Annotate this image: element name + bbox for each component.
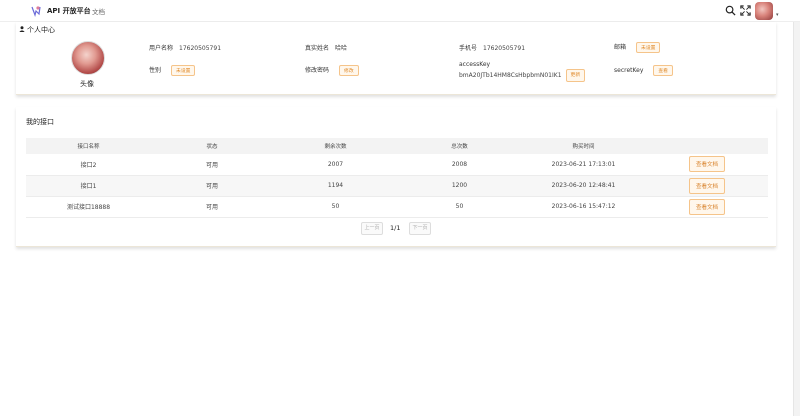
- column-header-total: 总次数: [398, 138, 521, 154]
- api-status-cell: 可用: [151, 154, 273, 176]
- api-name-cell: 测试接口18888: [26, 196, 151, 218]
- chevron-down-icon[interactable]: ▾: [776, 12, 779, 18]
- column-header-action: [646, 138, 768, 154]
- api-total-cell: 2008: [398, 154, 521, 176]
- column-header-purchase-time: 购买时间: [521, 138, 646, 154]
- username-field: 用户名称 17620505791: [149, 43, 221, 52]
- column-header-status: 状态: [151, 138, 273, 154]
- password-field: 修改密码 修改: [305, 65, 359, 76]
- phone-value: 17620505791: [483, 45, 526, 52]
- nav-docs-link[interactable]: 文档: [92, 6, 105, 16]
- profile-card: 个人中心 头像 用户名称 17620505791 真实姓名 哈哈 手机号 176205…: [16, 22, 776, 95]
- api-status-cell: 可用: [151, 196, 273, 218]
- password-label: 修改密码: [305, 67, 330, 74]
- brand-title[interactable]: API 开放平台: [47, 6, 91, 16]
- api-total-cell: 1200: [398, 175, 521, 197]
- api-action-cell: 查看文档: [646, 154, 768, 176]
- view-docs-button[interactable]: 查看文档: [688, 198, 725, 215]
- apis-table: 接口名称 状态 剩余次数 总次数 购买时间 接口2 可用 2007 2008 2…: [26, 138, 768, 218]
- realname-label: 真实姓名: [305, 45, 330, 52]
- profile-avatar[interactable]: [71, 41, 105, 75]
- table-header-row: 接口名称 状态 剩余次数 总次数 购买时间: [26, 138, 768, 154]
- view-docs-button[interactable]: 查看文档: [688, 156, 725, 173]
- phone-label: 手机号: [459, 45, 478, 52]
- realname-value: 哈哈: [335, 45, 348, 52]
- prev-page-button[interactable]: 上一页: [361, 222, 383, 235]
- gender-label: 性别: [149, 67, 162, 74]
- email-not-set-tag[interactable]: 未设置: [636, 42, 661, 53]
- table-row: 接口1 可用 1194 1200 2023-06-20 12:48:41 查看文…: [26, 175, 768, 197]
- change-password-button[interactable]: 修改: [339, 65, 359, 76]
- scrollbar[interactable]: [793, 22, 800, 416]
- accesskey-field: accessKey bmA20JTb14HM8CsHbpbmN01IK1 更新: [459, 60, 586, 82]
- username-label: 用户名称: [149, 45, 174, 52]
- email-field: 邮箱 未设置: [614, 42, 661, 53]
- accesskey-value: bmA20JTb14HM8CsHbpbmN01IK1: [459, 72, 562, 79]
- page-indicator: 1/1: [390, 224, 401, 232]
- api-status-cell: 可用: [151, 175, 273, 197]
- email-label: 邮箱: [614, 44, 627, 51]
- secretkey-field: secretKey 查看: [614, 65, 673, 76]
- api-time-cell: 2023-06-21 17:13:01: [521, 154, 646, 176]
- api-name-cell: 接口1: [26, 175, 151, 197]
- search-icon[interactable]: [725, 5, 736, 16]
- accesskey-label: accessKey: [459, 61, 491, 68]
- username-value: 17620505791: [179, 45, 222, 52]
- api-time-cell: 2023-06-16 15:47:12: [521, 196, 646, 218]
- gender-not-set-tag[interactable]: 未设置: [171, 65, 196, 76]
- gender-field: 性别 未设置: [149, 65, 196, 76]
- view-docs-button[interactable]: 查看文档: [688, 177, 725, 194]
- view-secretkey-button[interactable]: 查看: [653, 65, 673, 76]
- api-time-cell: 2023-06-20 12:48:41: [521, 175, 646, 197]
- logo-icon[interactable]: [30, 5, 42, 17]
- table-row: 测试接口18888 可用 50 50 2023-06-16 15:47:12 查…: [26, 196, 768, 218]
- api-action-cell: 查看文档: [646, 196, 768, 218]
- profile-section-title-text: 个人中心: [27, 26, 55, 34]
- fullscreen-icon[interactable]: [740, 5, 751, 16]
- profile-section-title: 个人中心: [19, 25, 55, 35]
- realname-field: 真实姓名 哈哈: [305, 43, 347, 52]
- user-icon: [19, 26, 25, 32]
- column-header-remaining: 剩余次数: [273, 138, 398, 154]
- api-name-cell: 接口2: [26, 154, 151, 176]
- phone-field: 手机号 17620505791: [459, 43, 525, 52]
- my-apis-card: 我的接口 接口名称 状态 剩余次数 总次数 购买时间 接口2 可用 2007 2…: [16, 107, 776, 247]
- table-row: 接口2 可用 2007 2008 2023-06-21 17:13:01 查看文…: [26, 154, 768, 176]
- api-remaining-cell: 1194: [273, 175, 398, 197]
- secretkey-label: secretKey: [614, 67, 644, 74]
- next-page-button[interactable]: 下一页: [409, 222, 431, 235]
- column-header-name: 接口名称: [26, 138, 151, 154]
- api-remaining-cell: 50: [273, 196, 398, 218]
- my-apis-title: 我的接口: [26, 118, 54, 126]
- api-action-cell: 查看文档: [646, 175, 768, 197]
- avatar-label: 头像: [80, 80, 94, 88]
- api-remaining-cell: 2007: [273, 154, 398, 176]
- api-total-cell: 50: [398, 196, 521, 218]
- update-accesskey-button[interactable]: 更新: [565, 69, 586, 82]
- top-navigation-bar: API 开放平台 文档 ▾: [0, 0, 800, 22]
- user-avatar[interactable]: [755, 2, 773, 20]
